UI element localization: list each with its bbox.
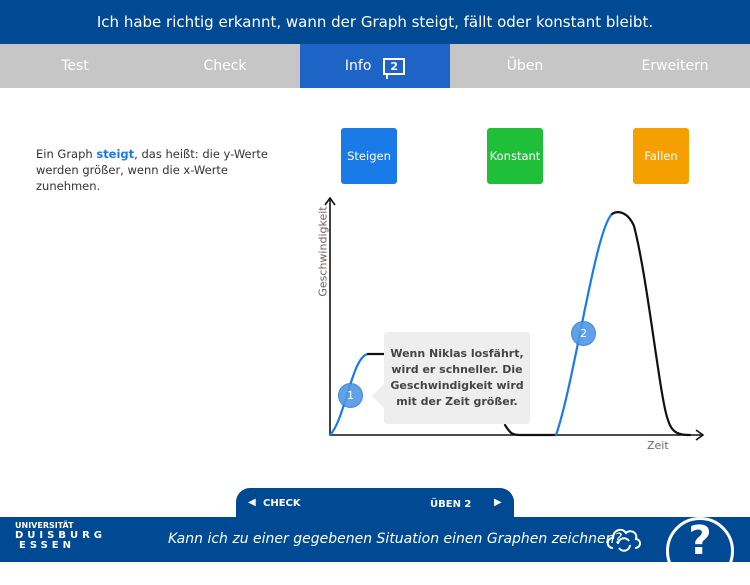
callout-tooltip: Wenn Niklas losfährt, wird er schneller.… (372, 332, 530, 424)
university-logo: UNIVERSITÄT DUISBURG ESSEN (15, 521, 106, 551)
curve-segment-constant-2 (503, 423, 558, 437)
help-button[interactable]: ? (666, 517, 734, 585)
footer: UNIVERSITÄT DUISBURG ESSEN Kann ich zu e… (0, 517, 750, 585)
callout-text: Wenn Niklas losfährt, wird er schneller.… (390, 347, 524, 408)
marker-2[interactable]: 2 (571, 321, 596, 346)
next-topic-question[interactable]: Kann ich zu einer gegebenen Situation ei… (168, 531, 622, 547)
cloud-sync-icon[interactable] (604, 521, 644, 555)
logo-text: ESSEN (19, 540, 75, 551)
x-axis-label: Zeit (647, 439, 669, 452)
next-button[interactable]: ÜBEN 2 (430, 499, 471, 510)
graph (324, 196, 705, 441)
page-nav: ◀ CHECK ÜBEN 2 ▶ (236, 488, 514, 520)
prev-button[interactable]: CHECK (263, 498, 301, 509)
next-arrow-icon[interactable]: ▶ (494, 497, 502, 508)
prev-arrow-icon[interactable]: ◀ (248, 497, 256, 508)
y-axis-label: Geschwindigkeit (316, 206, 330, 297)
curve-segment-falling (610, 211, 692, 437)
marker-1[interactable]: 1 (338, 383, 363, 408)
